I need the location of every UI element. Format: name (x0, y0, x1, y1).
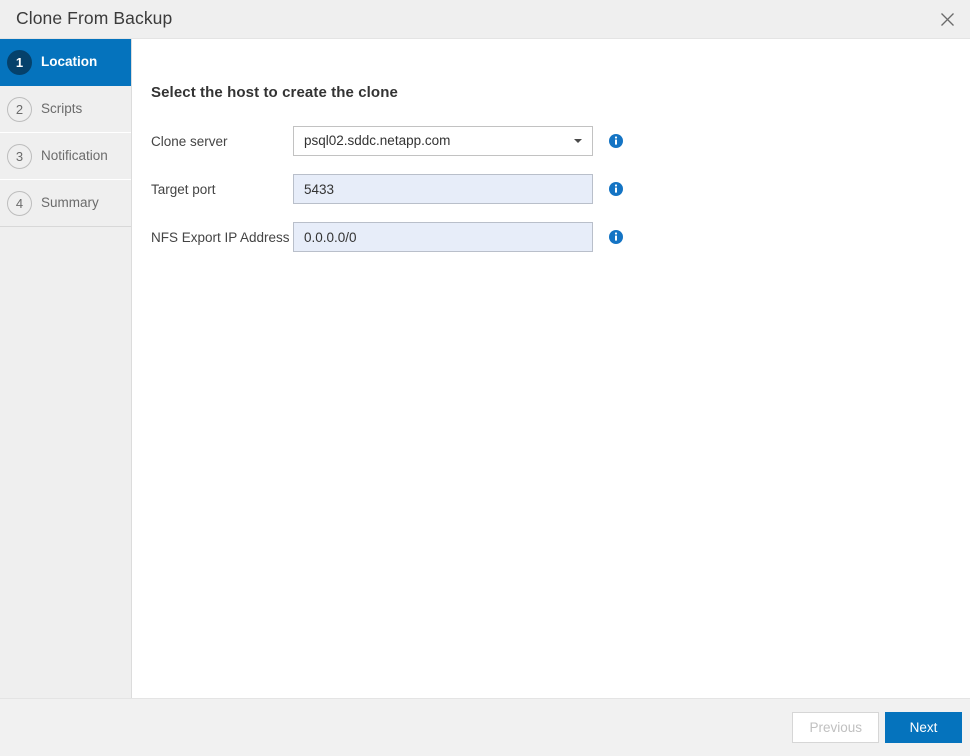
clone-server-value: psql02.sddc.netapp.com (304, 133, 451, 148)
step-number-badge: 3 (7, 143, 32, 169)
sidebar-step-notification[interactable]: 3 Notification (0, 133, 131, 180)
chevron-down-icon (574, 139, 582, 143)
sidebar-step-label: Notification (41, 148, 108, 164)
step-number-badge: 2 (7, 96, 32, 122)
content-heading: Select the host to create the clone (151, 84, 398, 101)
wizard-body: 1 Location 2 Scripts 3 Notification 4 Su… (0, 39, 970, 698)
next-button[interactable]: Next (885, 712, 962, 743)
nfs-export-ip-field-wrap (293, 222, 623, 252)
clone-server-field-wrap: psql02.sddc.netapp.com (293, 126, 623, 156)
previous-button[interactable]: Previous (792, 712, 879, 743)
dialog-titlebar: Clone From Backup (0, 0, 970, 39)
close-button[interactable] (924, 0, 970, 39)
step-number-badge: 1 (7, 49, 32, 75)
sidebar-step-label: Scripts (41, 101, 83, 117)
clone-server-label: Clone server (151, 134, 228, 149)
info-icon[interactable] (609, 134, 623, 148)
sidebar-step-summary[interactable]: 4 Summary (0, 180, 131, 227)
wizard-footer: Previous Next (0, 698, 970, 756)
nfs-export-ip-input[interactable] (293, 222, 593, 252)
sidebar-step-label: Location (41, 54, 98, 70)
wizard-content-pane: Select the host to create the clone Clon… (132, 39, 970, 698)
sidebar-step-location[interactable]: 1 Location (0, 39, 131, 86)
info-icon[interactable] (609, 230, 623, 244)
info-icon[interactable] (609, 182, 623, 196)
form-row-clone-server: Clone server psql02.sddc.netapp.com (151, 126, 970, 156)
clone-server-select[interactable]: psql02.sddc.netapp.com (293, 126, 593, 156)
sidebar-step-label: Summary (41, 195, 99, 211)
clone-from-backup-wizard: Clone From Backup 1 Location 2 Scripts 3 (0, 0, 970, 756)
target-port-label: Target port (151, 182, 216, 197)
form-row-nfs-export-ip: NFS Export IP Address (151, 222, 970, 252)
step-number-badge: 4 (7, 190, 32, 216)
target-port-field-wrap (293, 174, 623, 204)
form-row-target-port: Target port (151, 174, 970, 204)
target-port-input[interactable] (293, 174, 593, 204)
sidebar-step-scripts[interactable]: 2 Scripts (0, 86, 131, 133)
wizard-steps-sidebar: 1 Location 2 Scripts 3 Notification 4 Su… (0, 39, 132, 698)
dialog-title: Clone From Backup (16, 8, 173, 29)
close-icon (940, 12, 955, 27)
nfs-export-ip-label: NFS Export IP Address (151, 230, 290, 245)
